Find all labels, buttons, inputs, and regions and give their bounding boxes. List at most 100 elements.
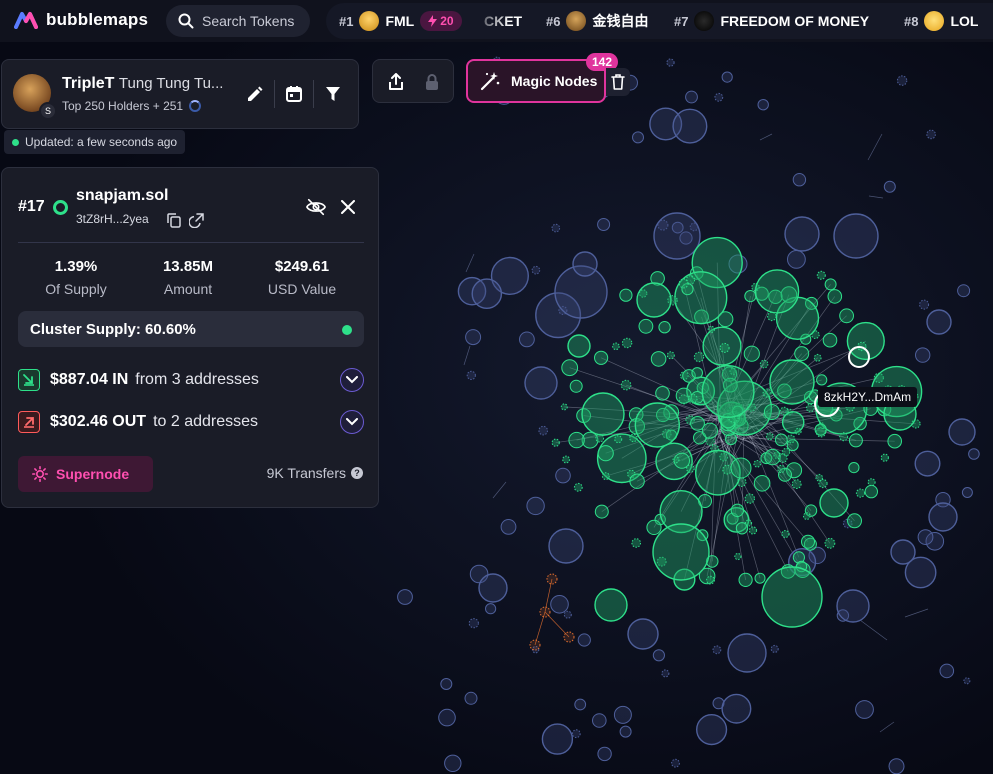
graph-bubble[interactable]	[666, 351, 675, 360]
graph-bubble[interactable]	[939, 663, 955, 679]
graph-bubble[interactable]	[601, 472, 610, 481]
graph-bubble[interactable]	[839, 432, 849, 442]
graph-bubble[interactable]	[646, 519, 662, 536]
graph-bubble[interactable]	[727, 633, 767, 673]
graph-bubble[interactable]	[754, 269, 800, 314]
graph-bubble[interactable]	[763, 404, 780, 420]
graph-bubble[interactable]	[652, 523, 710, 581]
delete-magic-nodes-button[interactable]	[606, 68, 630, 96]
graph-bubble[interactable]	[671, 758, 680, 768]
graph-bubble[interactable]	[753, 475, 771, 492]
graph-bubble[interactable]	[519, 331, 535, 348]
graph-bubble[interactable]	[478, 573, 508, 603]
graph-bubble[interactable]	[568, 431, 585, 449]
graph-bubble[interactable]	[632, 131, 644, 144]
ticker-item-6[interactable]: #6 金钱自由	[546, 3, 648, 39]
graph-bubble[interactable]	[770, 644, 779, 653]
graph-bubble[interactable]	[631, 538, 642, 548]
graph-bubble[interactable]	[539, 606, 551, 618]
graph-bubble[interactable]	[573, 482, 583, 492]
graph-bubble[interactable]	[594, 504, 609, 519]
graph-bubble[interactable]	[957, 284, 971, 298]
graph-bubble[interactable]	[847, 513, 862, 529]
graph-bubble[interactable]	[764, 448, 781, 466]
graph-bubble[interactable]	[806, 403, 815, 413]
graph-bubble[interactable]	[629, 433, 638, 443]
graph-bubble[interactable]	[661, 669, 670, 678]
graph-bubble[interactable]	[730, 503, 745, 517]
graph-bubble[interactable]	[890, 539, 916, 565]
graph-bubble[interactable]	[779, 406, 789, 416]
graph-bubble[interactable]	[619, 288, 633, 302]
graph-bubble[interactable]	[926, 309, 952, 335]
graph-bubble[interactable]	[744, 290, 757, 303]
graph-bubble[interactable]	[784, 216, 820, 252]
graph-bubble[interactable]	[688, 393, 698, 404]
graph-bubble[interactable]	[529, 639, 541, 651]
copy-address-button[interactable]	[164, 210, 184, 230]
graph-bubble[interactable]	[914, 450, 941, 477]
graph-bubble[interactable]	[888, 758, 905, 774]
graph-bubble[interactable]	[824, 537, 836, 549]
graph-bubble[interactable]	[896, 75, 908, 86]
graph-bubble[interactable]	[759, 359, 769, 369]
graph-bubble[interactable]	[839, 308, 854, 324]
graph-bubble[interactable]	[691, 367, 704, 379]
graph-bubble[interactable]	[848, 433, 863, 448]
graph-bubble[interactable]	[730, 457, 752, 479]
cluster-supply-row[interactable]: Cluster Supply: 60.60%	[18, 311, 364, 347]
graph-bubble[interactable]	[541, 723, 574, 755]
graph-bubble[interactable]	[551, 438, 560, 447]
graph-bubble[interactable]	[594, 588, 628, 622]
search-tokens-button[interactable]: Search Tokens	[166, 5, 310, 37]
ticker-item-7[interactable]: #7 FREEDOM OF MONEY	[674, 3, 869, 39]
graph-bubble[interactable]	[678, 278, 689, 289]
graph-bubble[interactable]	[719, 342, 730, 353]
graph-bubble[interactable]	[926, 129, 936, 140]
graph-bubble[interactable]	[864, 484, 878, 499]
graph-bubble[interactable]	[743, 345, 760, 362]
graph-bubble[interactable]	[621, 337, 633, 349]
graph-bubble[interactable]	[629, 473, 645, 489]
graph-bubble[interactable]	[538, 425, 549, 436]
magic-nodes-button[interactable]: Magic Nodes	[466, 59, 606, 103]
graph-bubble[interactable]	[765, 432, 774, 441]
date-button[interactable]	[281, 81, 307, 107]
edit-button[interactable]	[242, 81, 268, 107]
graph-bubble[interactable]	[619, 725, 632, 738]
graph-bubble[interactable]	[880, 453, 889, 462]
graph-bubble[interactable]	[928, 502, 958, 532]
graph-bubble[interactable]	[686, 464, 695, 473]
graph-bubble[interactable]	[577, 633, 591, 647]
expand-out-button[interactable]	[340, 410, 364, 434]
graph-bubble[interactable]	[666, 58, 675, 67]
graph-bubble[interactable]	[440, 678, 453, 690]
graph-bubble[interactable]	[438, 708, 456, 727]
graph-bubble[interactable]	[572, 251, 598, 277]
hide-holder-button[interactable]	[306, 197, 326, 217]
graph-bubble[interactable]	[734, 552, 742, 561]
graph-bubble[interactable]	[638, 318, 654, 334]
graph-bubble[interactable]	[706, 575, 715, 585]
graph-bubble[interactable]	[707, 325, 715, 333]
graph-bubble[interactable]	[546, 573, 558, 585]
graph-bubble[interactable]	[917, 529, 934, 545]
graph-bubble[interactable]	[548, 528, 584, 564]
graph-bubble[interactable]	[717, 311, 734, 328]
graph-bubble[interactable]	[653, 212, 701, 260]
graph-bubble[interactable]	[813, 353, 822, 362]
graph-bubble[interactable]	[597, 746, 612, 762]
graph-bubble[interactable]	[531, 265, 541, 275]
share-button[interactable]	[384, 70, 408, 94]
graph-bubble[interactable]	[848, 462, 860, 474]
graph-bubble[interactable]	[714, 92, 724, 102]
graph-bubble[interactable]	[815, 473, 824, 482]
close-panel-button[interactable]	[338, 197, 358, 217]
graph-bubble[interactable]	[571, 729, 581, 739]
graph-bubble[interactable]	[761, 566, 823, 628]
filter-button[interactable]	[320, 81, 346, 107]
graph-bubble[interactable]	[524, 366, 558, 400]
graph-bubble[interactable]	[594, 350, 609, 365]
graph-bubble[interactable]	[597, 445, 614, 462]
graph-bubble[interactable]	[794, 346, 810, 362]
